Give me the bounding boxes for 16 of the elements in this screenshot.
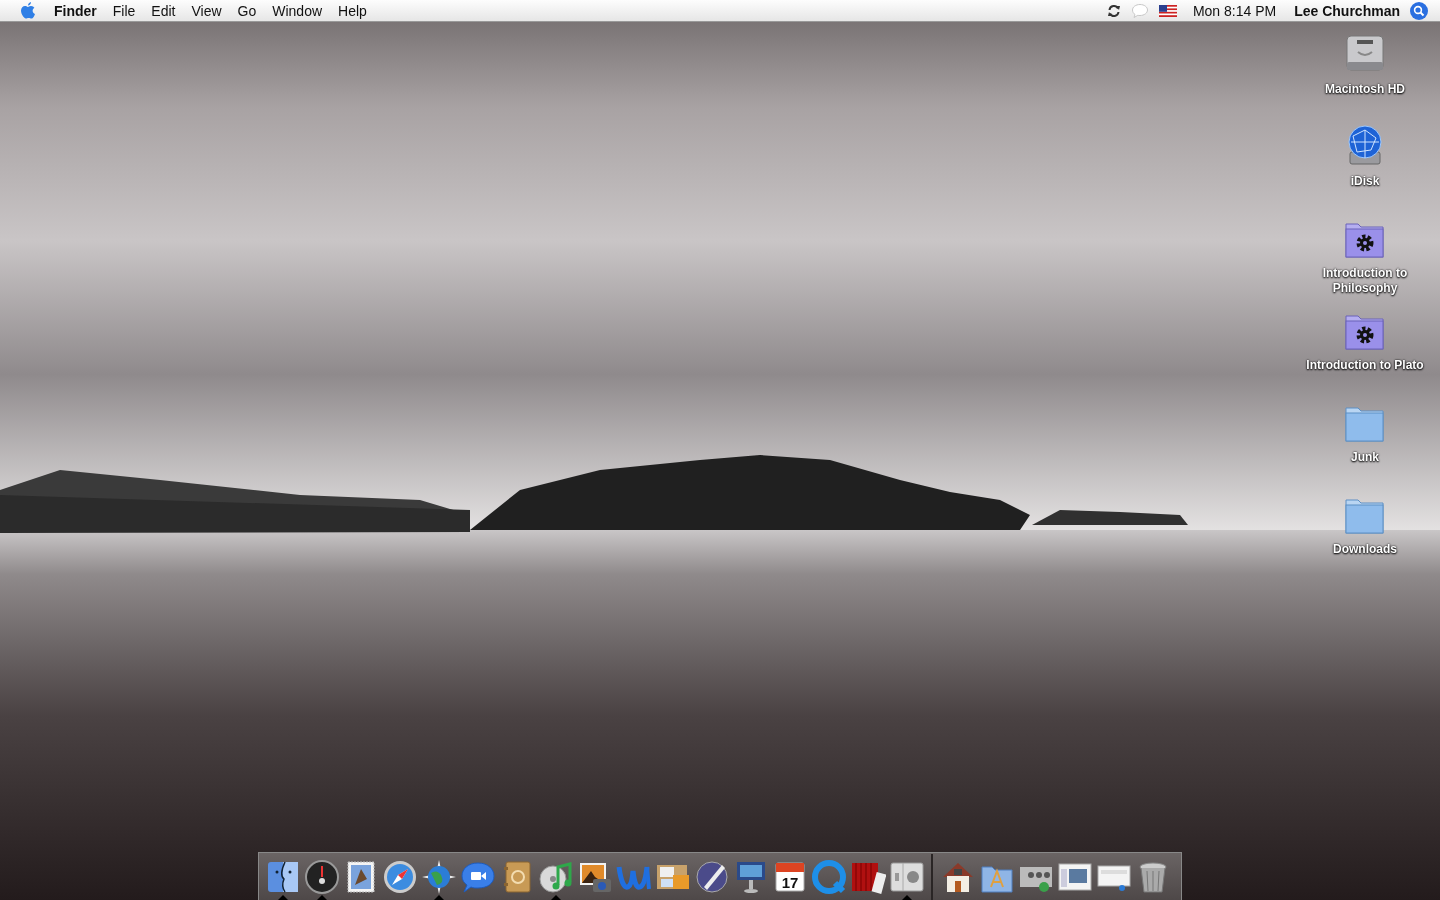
menu-item[interactable]: File: [104, 0, 144, 22]
menu-item[interactable]: Help: [330, 0, 375, 22]
compass-icon[interactable]: [381, 858, 418, 895]
menu-item[interactable]: Edit: [143, 0, 184, 22]
menu-item[interactable]: View: [183, 0, 230, 22]
pen-icon[interactable]: [693, 858, 730, 895]
menu-item[interactable]: Window: [264, 0, 331, 22]
clock-text[interactable]: Mon 8:14 PM: [1192, 2, 1277, 19]
user-name[interactable]: Lee Churchman: [1294, 2, 1400, 19]
gauge-icon[interactable]: [303, 858, 340, 895]
app-menu[interactable]: Finder: [46, 0, 105, 22]
sync-arrows-icon[interactable]: [1106, 3, 1121, 18]
flag-icon[interactable]: [1158, 4, 1177, 17]
search-icon[interactable]: [1410, 1, 1428, 20]
apple-logo-icon[interactable]: [20, 1, 36, 20]
menu-item[interactable]: Go: [229, 0, 265, 22]
